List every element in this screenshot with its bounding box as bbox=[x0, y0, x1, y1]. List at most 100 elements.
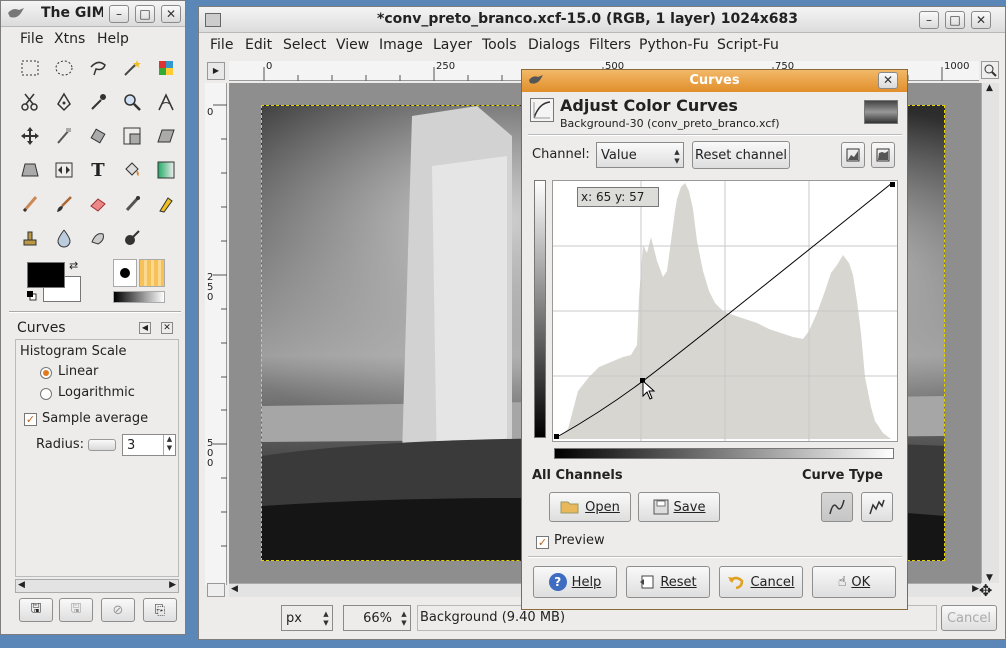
radius-slider[interactable] bbox=[88, 439, 116, 451]
ruler-corner-button[interactable]: ▶ bbox=[207, 62, 225, 80]
scroll-up-icon[interactable]: ▲ bbox=[986, 83, 993, 93]
hscroll-right-icon[interactable]: ▶ bbox=[972, 584, 979, 594]
sample-average-checkbox[interactable]: ✓ bbox=[24, 413, 37, 426]
radius-spin-input[interactable]: 3 ▲ ▼ bbox=[122, 434, 176, 456]
radius-spin-arrows[interactable]: ▲ ▼ bbox=[163, 435, 175, 455]
image-maximize-button[interactable]: □ bbox=[945, 11, 965, 29]
panel-scrollbar[interactable]: ◀ ▶ bbox=[15, 579, 179, 593]
zoom-arrows[interactable]: ▲ ▼ bbox=[398, 610, 410, 630]
eraser-icon[interactable] bbox=[85, 191, 111, 217]
ok-button[interactable]: ☝ OK bbox=[812, 566, 896, 598]
smudge-icon[interactable] bbox=[85, 225, 111, 251]
navigate-icon[interactable]: ✥ bbox=[979, 581, 992, 600]
lasso-icon[interactable] bbox=[85, 55, 111, 81]
zoom-toggle-button[interactable] bbox=[981, 61, 999, 79]
airbrush-icon[interactable] bbox=[119, 191, 145, 217]
channel-select[interactable]: Value ▲ ▼ bbox=[596, 142, 684, 168]
linear-radio[interactable] bbox=[40, 367, 52, 379]
panel-menu-icon[interactable]: ◀ bbox=[139, 322, 151, 334]
menu-layer[interactable]: Layer bbox=[433, 37, 472, 53]
swap-colors-icon[interactable]: ⇄ bbox=[69, 259, 78, 272]
sample-average-label[interactable]: Sample average bbox=[42, 411, 148, 426]
menu-file[interactable]: File bbox=[20, 31, 43, 47]
save-options-button[interactable]: 🖫 bbox=[19, 598, 53, 622]
ink-icon[interactable] bbox=[153, 191, 179, 217]
menu-edit[interactable]: Edit bbox=[245, 37, 272, 53]
flip-icon[interactable] bbox=[51, 157, 77, 183]
foreground-color-swatch[interactable] bbox=[27, 262, 65, 288]
scale-icon[interactable] bbox=[119, 123, 145, 149]
vertical-scrollbar[interactable]: ▲ ▼ bbox=[981, 83, 999, 583]
menu-file[interactable]: File bbox=[210, 37, 233, 53]
dodge-burn-icon[interactable] bbox=[119, 225, 145, 251]
linear-label[interactable]: Linear bbox=[58, 364, 98, 379]
image-close-button[interactable]: ✕ bbox=[971, 11, 991, 29]
color-picker-icon[interactable] bbox=[85, 89, 111, 115]
rect-select-icon[interactable] bbox=[17, 55, 43, 81]
toolbox-titlebar[interactable]: The GIMP – □ ✕ bbox=[1, 1, 185, 27]
menu-help[interactable]: Help bbox=[97, 31, 129, 47]
move-icon[interactable] bbox=[17, 123, 43, 149]
default-colors-icon[interactable] bbox=[27, 290, 37, 301]
menu-tools[interactable]: Tools bbox=[482, 37, 517, 53]
reset-channel-button[interactable]: Reset channel bbox=[692, 141, 790, 169]
ellipse-select-icon[interactable] bbox=[51, 55, 77, 81]
panel-close-icon[interactable]: ✕ bbox=[161, 322, 173, 334]
image-window-titlebar[interactable]: *conv_preto_branco.xcf-15.0 (RGB, 1 laye… bbox=[199, 7, 1005, 33]
hscroll-left-icon[interactable]: ◀ bbox=[231, 584, 238, 594]
scissors-icon[interactable] bbox=[17, 89, 43, 115]
smooth-curve-button[interactable] bbox=[821, 492, 853, 522]
save-button[interactable]: Save bbox=[638, 492, 720, 522]
menu-image[interactable]: Image bbox=[379, 37, 423, 53]
linear-histogram-button[interactable] bbox=[841, 142, 865, 168]
brush-preview[interactable] bbox=[113, 259, 137, 287]
menu-filters[interactable]: Filters bbox=[589, 37, 631, 53]
image-minimize-button[interactable]: – bbox=[919, 11, 939, 29]
unit-select[interactable]: px ▲ ▼ bbox=[281, 605, 333, 631]
unit-arrows[interactable]: ▲ ▼ bbox=[320, 610, 332, 630]
logarithmic-radio[interactable] bbox=[40, 388, 52, 400]
close-button[interactable]: ✕ bbox=[161, 5, 181, 23]
reset-button[interactable]: Reset bbox=[626, 566, 710, 598]
zoom-icon[interactable] bbox=[119, 89, 145, 115]
scroll-right-icon[interactable]: ▶ bbox=[169, 580, 176, 590]
freehand-curve-button[interactable] bbox=[861, 492, 893, 522]
measure-icon[interactable] bbox=[153, 89, 179, 115]
clone-icon[interactable] bbox=[17, 225, 43, 251]
log-histogram-button[interactable] bbox=[871, 142, 895, 168]
open-button[interactable]: Open bbox=[549, 492, 631, 522]
paintbrush-icon[interactable] bbox=[51, 191, 77, 217]
menu-view[interactable]: View bbox=[336, 37, 369, 53]
help-button[interactable]: ? Help bbox=[533, 566, 617, 598]
preview-checkbox[interactable]: ✓ bbox=[536, 536, 549, 549]
rotate-icon[interactable] bbox=[85, 123, 111, 149]
text-icon[interactable]: T bbox=[85, 157, 111, 183]
select-by-color-icon[interactable] bbox=[153, 55, 179, 81]
vertical-ruler[interactable]: 0 2 5 0 5 0 0 bbox=[205, 83, 227, 585]
curves-titlebar[interactable]: Curves ✕ bbox=[522, 70, 907, 92]
delete-options-button[interactable]: ⊘ bbox=[101, 598, 135, 622]
magic-wand-icon[interactable] bbox=[119, 55, 145, 81]
blend-icon[interactable] bbox=[153, 157, 179, 183]
perspective-icon[interactable] bbox=[17, 157, 43, 183]
minimize-button[interactable]: – bbox=[109, 5, 129, 23]
zoom-select[interactable]: 66% ▲ ▼ bbox=[343, 605, 411, 631]
scroll-left-icon[interactable]: ◀ bbox=[18, 580, 25, 590]
preview-label[interactable]: Preview bbox=[554, 533, 605, 548]
restore-options-button[interactable]: 🖫 bbox=[59, 598, 93, 622]
bucket-fill-icon[interactable] bbox=[119, 157, 145, 183]
pattern-preview[interactable] bbox=[139, 259, 165, 287]
gradient-preview[interactable] bbox=[113, 291, 165, 303]
pencil-icon[interactable] bbox=[17, 191, 43, 217]
channel-arrows[interactable]: ▲ ▼ bbox=[671, 148, 683, 167]
logarithmic-label[interactable]: Logarithmic bbox=[58, 385, 135, 400]
status-cancel-button[interactable]: Cancel bbox=[941, 605, 997, 631]
menu-select[interactable]: Select bbox=[283, 37, 326, 53]
menu-script-fu[interactable]: Script-Fu bbox=[717, 37, 779, 53]
blur-icon[interactable] bbox=[51, 225, 77, 251]
menu-python-fu[interactable]: Python-Fu bbox=[639, 37, 709, 53]
shear-icon[interactable] bbox=[153, 123, 179, 149]
paths-icon[interactable] bbox=[51, 89, 77, 115]
quick-mask-toggle[interactable] bbox=[207, 583, 225, 597]
curves-close-button[interactable]: ✕ bbox=[878, 72, 898, 89]
